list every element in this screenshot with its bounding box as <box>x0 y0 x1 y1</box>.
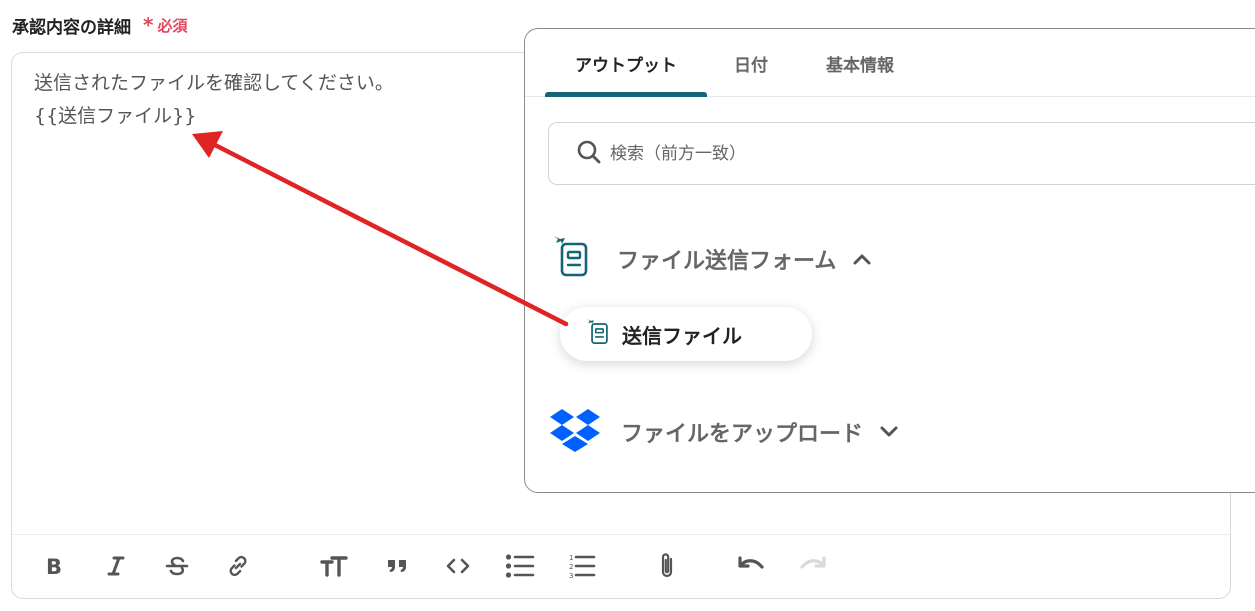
tab-output[interactable]: アウトプット <box>545 29 707 97</box>
form-icon <box>549 234 591 284</box>
bullet-list-icon <box>505 553 535 579</box>
numbered-list-button[interactable]: 123 <box>566 551 596 581</box>
bold-icon: B <box>43 555 65 577</box>
form-icon <box>584 317 610 351</box>
strikethrough-icon <box>165 555 189 577</box>
panel-tabs: アウトプット 日付 基本情報 <box>525 29 1255 97</box>
bullet-list-button[interactable] <box>505 551 535 581</box>
code-icon <box>445 555 471 577</box>
required-text: 必須 <box>157 16 188 35</box>
strikethrough-button[interactable] <box>162 551 192 581</box>
search-box[interactable] <box>548 122 1255 185</box>
tab-output-label: アウトプット <box>575 55 677 76</box>
tab-date-label: 日付 <box>734 55 768 76</box>
link-button[interactable] <box>223 551 253 581</box>
svg-text:B: B <box>46 555 62 577</box>
numbered-list-icon: 123 <box>566 553 596 579</box>
tab-basic-info-label: 基本情報 <box>826 55 894 76</box>
required-asterisk: * <box>143 13 154 37</box>
chevron-down-icon <box>879 425 899 439</box>
search-input[interactable] <box>610 143 1110 164</box>
text-size-icon <box>320 554 350 578</box>
required-indicator: * 必須 <box>143 15 187 36</box>
group-file-upload[interactable]: ファイルをアップロード <box>549 407 899 457</box>
redo-button[interactable] <box>798 551 828 581</box>
editor-line-2-variable: {{送信ファイル}} <box>34 105 197 127</box>
group-file-form-label: ファイル送信フォーム <box>617 249 837 274</box>
quote-icon <box>385 555 409 577</box>
output-item-label: 送信ファイル <box>622 323 742 348</box>
svg-text:3: 3 <box>569 572 573 579</box>
field-label: 承認内容の詳細 * 必須 <box>12 12 187 38</box>
group-file-form[interactable]: ファイル送信フォーム <box>549 234 872 284</box>
editor-line-1: 送信されたファイルを確認してください。 <box>34 72 394 94</box>
italic-icon <box>105 555 127 577</box>
output-selector-panel: アウトプット 日付 基本情報 ファイル送信フォーム ファイルをアップロード <box>524 28 1255 493</box>
bold-button[interactable]: B <box>39 551 69 581</box>
dropbox-icon <box>549 407 601 457</box>
text-size-button[interactable] <box>320 551 350 581</box>
code-button[interactable] <box>443 551 473 581</box>
tab-date[interactable]: 日付 <box>720 29 782 97</box>
italic-button[interactable] <box>101 551 131 581</box>
quote-button[interactable] <box>382 551 412 581</box>
field-label-text: 承認内容の詳細 <box>12 17 131 38</box>
undo-button[interactable] <box>736 551 766 581</box>
editor-toolbar: B 1 2 3 <box>12 534 1230 598</box>
svg-text:1: 1 <box>569 554 573 562</box>
redo-icon <box>798 554 828 578</box>
chevron-up-icon <box>852 252 872 266</box>
svg-text:2: 2 <box>569 563 573 571</box>
tab-basic-info[interactable]: 基本情報 <box>805 29 915 97</box>
link-icon <box>225 553 251 579</box>
output-item-sent-file[interactable]: 送信ファイル <box>560 307 812 361</box>
search-icon <box>576 139 602 169</box>
editor-content[interactable]: 送信されたファイルを確認してください。 {{送信ファイル}} <box>34 67 394 133</box>
attachment-icon <box>656 551 678 581</box>
undo-icon <box>736 554 766 578</box>
attachment-button[interactable] <box>652 551 682 581</box>
group-file-upload-label: ファイルをアップロード <box>621 422 864 447</box>
